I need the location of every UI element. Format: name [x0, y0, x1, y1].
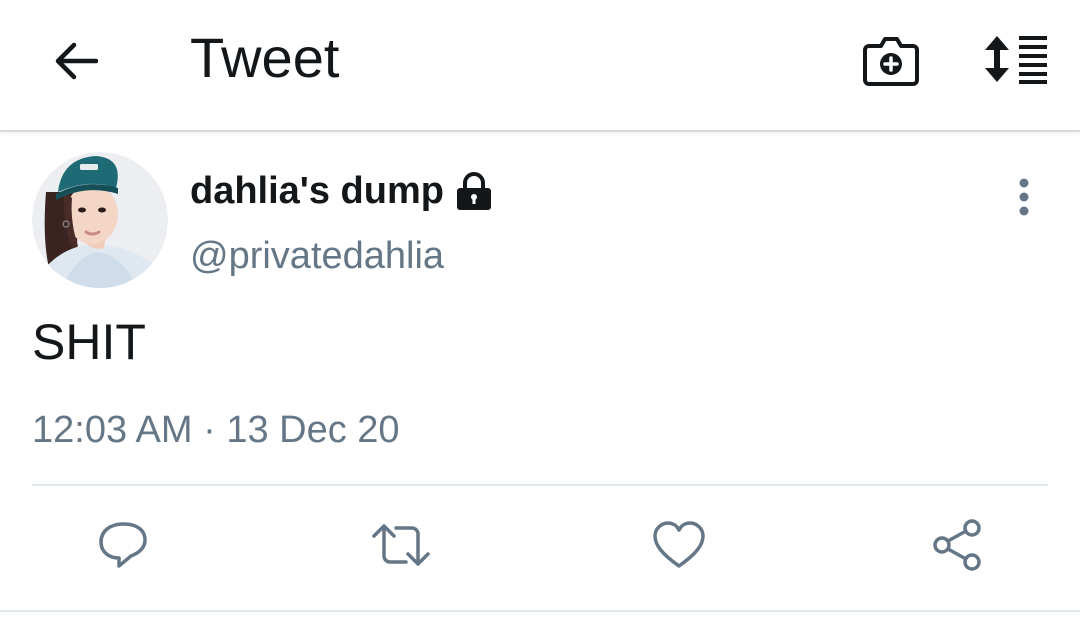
retweet-button[interactable]: [366, 510, 436, 580]
tweet-text: SHIT: [32, 314, 146, 370]
camera-plus-icon: [863, 37, 919, 86]
sort-list-icon: [985, 36, 1047, 84]
share-icon: [933, 519, 981, 571]
more-vertical-icon: [1019, 178, 1029, 216]
top-app-bar: Tweet: [0, 0, 1080, 132]
reply-button[interactable]: [88, 510, 158, 580]
like-button[interactable]: [644, 510, 714, 580]
tweet-detail-screen: Tweet dahlia's dump @privatedahlia SHIT …: [0, 0, 1080, 621]
user-handle[interactable]: @privatedahlia: [190, 232, 444, 280]
lock-icon: [454, 171, 494, 211]
reply-icon: [99, 522, 147, 568]
sort-button[interactable]: [980, 30, 1054, 88]
heart-icon: [653, 521, 705, 568]
page-title: Tweet: [190, 26, 340, 89]
more-options-button[interactable]: [1004, 172, 1044, 222]
tweet-timestamp: 12:03 AM · 13 Dec 20: [32, 409, 400, 451]
camera-button[interactable]: [858, 30, 924, 90]
display-name[interactable]: dahlia's dump: [190, 166, 444, 216]
tweet-actions-bar: [0, 510, 1080, 586]
divider: [32, 484, 1048, 486]
back-button[interactable]: [46, 32, 104, 90]
divider: [0, 610, 1080, 612]
arrow-left-icon: [55, 42, 98, 80]
retweet-icon: [372, 524, 430, 566]
share-button[interactable]: [922, 510, 992, 580]
avatar[interactable]: [32, 152, 168, 288]
profile-photo: [32, 152, 168, 288]
author-name-row[interactable]: dahlia's dump: [190, 166, 494, 216]
